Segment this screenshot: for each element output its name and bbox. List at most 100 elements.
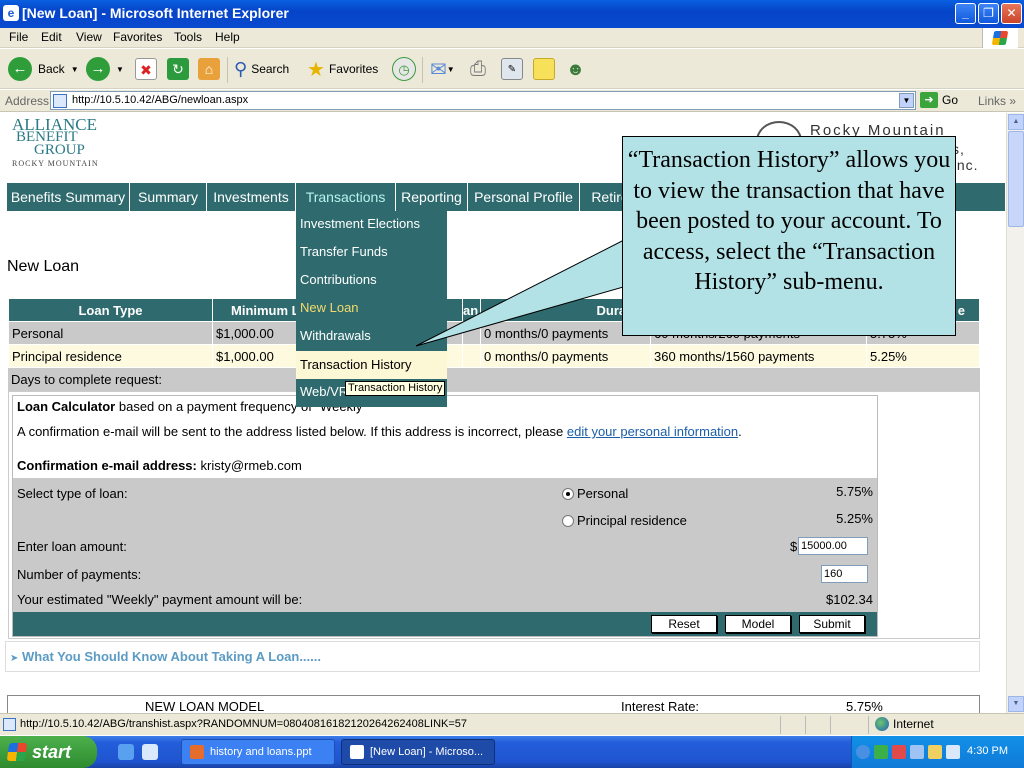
menu-favorites[interactable]: Favorites	[113, 30, 162, 44]
minimize-button[interactable]: _	[955, 3, 976, 24]
refresh-icon[interactable]: ↻	[167, 58, 189, 80]
table-cell: 360 months/1560 payments	[650, 344, 867, 368]
model-button[interactable]: Model	[725, 615, 791, 633]
reset-button[interactable]: Reset	[651, 615, 717, 633]
menu-tools[interactable]: Tools	[174, 30, 202, 44]
links-button[interactable]: Links »	[978, 94, 1016, 108]
ie-icon: e	[3, 5, 19, 21]
home-icon[interactable]: ⌂	[198, 58, 220, 80]
taskbar-item-ie[interactable]: [New Loan] - Microso...	[341, 739, 495, 765]
nav-tab-benefits-summary[interactable]: Benefits Summary	[7, 183, 130, 211]
maximize-button[interactable]: ❐	[978, 3, 999, 24]
nav-tab-transactions[interactable]: Transactions	[296, 183, 396, 211]
taskbar-item-powerpoint[interactable]: history and loans.ppt	[181, 739, 335, 765]
go-button[interactable]: ➜ Go	[920, 92, 958, 108]
radio-label: Personal	[577, 486, 629, 501]
address-dropdown-icon[interactable]: ▼	[899, 93, 914, 108]
edit-icon[interactable]: ✎	[501, 58, 523, 80]
task-label: history and loans.ppt	[210, 746, 312, 758]
submit-button[interactable]: Submit	[799, 615, 865, 633]
clock: 4:30 PM	[967, 745, 1008, 757]
address-input[interactable]: http://10.5.10.42/ABG/newloan.aspx ▼	[50, 91, 916, 110]
scroll-thumb[interactable]	[1008, 131, 1024, 227]
address-url[interactable]: http://10.5.10.42/ABG/newloan.aspx	[72, 94, 248, 106]
days-to-complete-label: Days to complete request:	[8, 368, 980, 391]
page-icon	[3, 718, 16, 731]
tray-icon[interactable]	[892, 745, 906, 759]
status-divider	[805, 716, 806, 734]
alliance-benefit-group-logo[interactable]: ALLIANCE BENEFIT GROUP ROCKY MOUNTAIN	[12, 116, 99, 170]
go-label: Go	[942, 93, 959, 107]
history-icon[interactable]: ◷	[392, 57, 416, 81]
mail-dropdown-icon[interactable]: ▼	[447, 65, 455, 74]
discuss-icon[interactable]	[533, 58, 555, 80]
back-dropdown-icon[interactable]: ▼	[71, 65, 79, 74]
confirmation-note: A confirmation e-mail will be sent to th…	[17, 424, 742, 439]
nav-tab-reporting[interactable]: Reporting	[396, 183, 468, 211]
calculator-title-bold: Loan Calculator	[17, 399, 116, 414]
nav-tab-personal-profile[interactable]: Personal Profile	[468, 183, 580, 211]
instruction-callout: “Transaction History” allows you to view…	[622, 136, 956, 336]
search-icon: ⚲	[234, 58, 248, 79]
menu-file[interactable]: File	[9, 30, 28, 44]
favorites-label: Favorites	[328, 62, 379, 76]
table-cell: Principal residence	[8, 344, 213, 368]
back-button[interactable]: ← Back ▼	[8, 55, 79, 83]
page-title: New Loan	[7, 258, 80, 275]
submenu-transfer-funds[interactable]: Transfer Funds	[300, 239, 388, 265]
scroll-down-icon[interactable]: ▼	[1008, 696, 1024, 712]
title-bar: e [New Loan] - Microsoft Internet Explor…	[0, 0, 1024, 28]
mail-icon[interactable]: ✉	[430, 57, 447, 82]
submenu-contributions[interactable]: Contributions	[300, 267, 377, 293]
quicklaunch-ie-icon[interactable]	[118, 744, 134, 760]
powerpoint-icon	[190, 745, 204, 759]
menu-edit[interactable]: Edit	[41, 30, 62, 44]
edit-personal-info-link[interactable]: edit your personal information	[567, 424, 738, 439]
amount-label: Enter loan amount:	[17, 539, 127, 554]
nav-tab-summary[interactable]: Summary	[130, 183, 207, 211]
loan-info-link[interactable]: ➤ What You Should Know About Taking A Lo…	[10, 649, 321, 664]
close-button[interactable]: ✕	[1001, 3, 1022, 24]
menu-help[interactable]: Help	[215, 30, 240, 44]
radio-principal-residence[interactable]: Principal residence	[562, 513, 687, 528]
status-divider	[780, 716, 781, 734]
confirmation-end: .	[738, 424, 742, 439]
callout-pointer	[415, 240, 650, 347]
start-button[interactable]: start	[0, 736, 97, 768]
submenu-investment-elections[interactable]: Investment Elections	[300, 211, 420, 237]
submenu-new-loan[interactable]: New Loan	[300, 295, 359, 321]
messenger-icon[interactable]: ☻	[566, 59, 585, 80]
status-url: http://10.5.10.42/ABG/transhist.aspx?RAN…	[20, 718, 468, 730]
scroll-up-icon[interactable]: ▲	[1008, 114, 1024, 130]
loan-calculator-panel: Loan Calculator based on a payment frequ…	[12, 395, 878, 637]
stop-icon[interactable]: ✖	[135, 58, 157, 80]
print-icon[interactable]: ⎙	[470, 58, 486, 81]
vertical-scrollbar[interactable]: ▲ ▼	[1006, 113, 1024, 713]
star-icon: ★	[307, 58, 325, 81]
tray-expand-icon[interactable]	[856, 745, 870, 759]
email-value: kristy@rmeb.com	[200, 458, 302, 473]
radio-personal[interactable]: Personal	[562, 486, 628, 501]
submenu-web-vr[interactable]: Web/VR	[300, 379, 348, 405]
logo-text: GROUP	[34, 142, 85, 158]
tray-icon[interactable]	[928, 745, 942, 759]
favorites-button[interactable]: ★ Favorites	[307, 55, 378, 83]
payments-label: Number of payments:	[17, 567, 142, 582]
submenu-withdrawals[interactable]: Withdrawals	[300, 323, 371, 349]
volume-icon[interactable]	[946, 745, 960, 759]
tray-icon[interactable]	[874, 745, 888, 759]
email-label: Confirmation e-mail address:	[17, 458, 197, 473]
nav-tab-investments[interactable]: Investments	[207, 183, 296, 211]
forward-dropdown-icon[interactable]: ▼	[116, 65, 124, 74]
search-button[interactable]: ⚲ Search	[234, 55, 289, 83]
menu-view[interactable]: View	[76, 30, 102, 44]
quicklaunch-desktop-icon[interactable]	[142, 744, 158, 760]
tray-icon[interactable]	[910, 745, 924, 759]
loan-amount-input[interactable]: 15000.00	[798, 537, 868, 555]
submenu-transaction-history[interactable]: Transaction History	[300, 352, 412, 378]
payments-input[interactable]: 160	[821, 565, 868, 583]
radio-checked-icon	[562, 487, 574, 500]
address-bar: Address http://10.5.10.42/ABG/newloan.as…	[0, 90, 1024, 112]
confirmation-email: Confirmation e-mail address: kristy@rmeb…	[17, 458, 302, 473]
forward-button[interactable]: → ▼	[86, 55, 124, 83]
